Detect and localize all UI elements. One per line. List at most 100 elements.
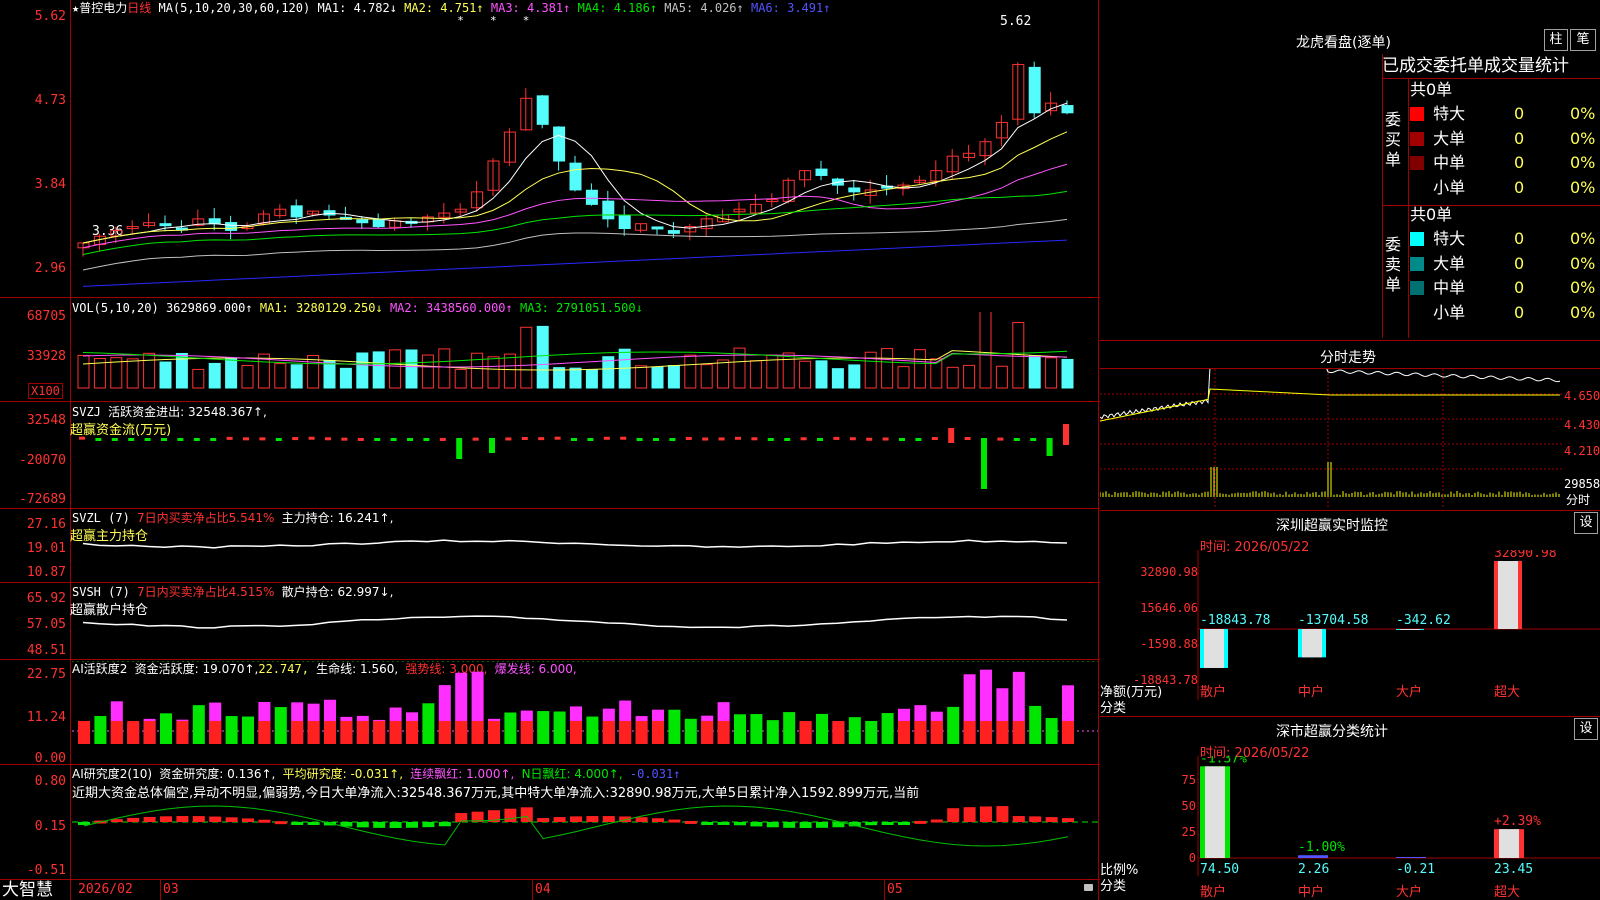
research-bar <box>881 822 894 825</box>
fenshi-title: 分时走势 <box>1320 350 1376 366</box>
candle-body <box>848 187 861 193</box>
right-panel: 龙虎看盘(逐单) 柱 笔 已成交委托单成交量统计 委买单 委卖单 共0单 共0单… <box>1100 0 1600 900</box>
research-bar <box>242 818 254 822</box>
research-bar <box>717 822 730 825</box>
tick-view-button[interactable]: 笔 <box>1570 29 1596 51</box>
vol-bar <box>1012 322 1025 389</box>
activity-base-bar <box>570 721 582 744</box>
activity-bar <box>766 720 779 744</box>
vol-bar <box>897 366 910 389</box>
vol-bar <box>274 363 287 389</box>
color-swatch <box>1410 181 1424 195</box>
svzj-chart[interactable] <box>72 420 1098 506</box>
flow-bar <box>341 437 348 441</box>
candle-body <box>569 162 582 191</box>
research-bar <box>307 822 320 825</box>
vol-bar <box>1045 357 1058 389</box>
activity-base-bar <box>176 721 189 744</box>
candle-body <box>815 168 828 176</box>
candle-body <box>225 222 238 231</box>
svsh-ytick: 48.51 <box>26 643 66 658</box>
vol-unit-label[interactable]: X100 <box>28 383 63 399</box>
vol-bar <box>946 366 959 389</box>
longhu-tabs[interactable]: 已成交委托单成交量统计 <box>1382 54 1600 79</box>
research-bar <box>766 822 779 828</box>
research-bar <box>258 819 271 823</box>
flow-bar <box>357 437 364 441</box>
ma-line <box>82 239 1068 287</box>
sz-monitor-chart[interactable]: -18843.78 散户 -13704.58 中户 -342.62 大户 32890.98 超… <box>1100 550 1600 716</box>
sz-monitor-settings-button[interactable]: 设 <box>1574 512 1598 534</box>
net-amount-value: -18843.78 <box>1200 613 1270 628</box>
flow-bar <box>374 438 381 441</box>
order-size-name: 特大 <box>1428 104 1466 123</box>
activity-base-bar <box>914 721 927 744</box>
order-pct: 0% <box>1570 253 1596 273</box>
svzl-ytick: 10.87 <box>26 565 66 580</box>
ratio-bar-inner <box>1205 766 1225 858</box>
flow-bar <box>685 437 692 441</box>
vol-bar <box>651 366 664 389</box>
activity-bar <box>504 712 517 744</box>
xaxis-tick <box>884 880 885 900</box>
research-bar <box>553 817 566 822</box>
vol-bar <box>241 365 254 389</box>
sz-class-chart[interactable]: -1.37% 74.50 散户 -1.00% 2.26 中户 -0.21 大户 +2.39% 23… <box>1100 756 1600 900</box>
net-amount-value: -342.62 <box>1396 613 1451 628</box>
vol-bar <box>225 357 238 389</box>
change-value: +2.39% <box>1494 814 1541 829</box>
research-bar <box>930 819 943 823</box>
color-swatch <box>1410 107 1424 121</box>
research-bar <box>176 816 189 822</box>
research-bar <box>783 822 796 828</box>
flow-bar <box>931 437 938 441</box>
vol-bar <box>290 364 303 389</box>
order-count: 0 <box>1514 177 1525 197</box>
period-label[interactable]: 日线 <box>127 1 151 15</box>
vol-chart[interactable] <box>72 312 1098 398</box>
candle-body <box>536 95 549 125</box>
flow-bar <box>767 438 774 441</box>
svzl-chart[interactable] <box>72 510 1098 582</box>
activity-base-bar <box>701 721 714 744</box>
ai1-chart[interactable] <box>72 661 1098 764</box>
kline-chart[interactable]: * * * <box>72 16 1098 296</box>
sz-class-settings-button[interactable]: 设 <box>1574 718 1598 740</box>
flow-bar <box>79 436 85 440</box>
ai2-ytick: -0.51 <box>26 863 66 878</box>
research-bar <box>504 808 517 822</box>
activity-base-bar <box>143 721 156 744</box>
svzj-ytick: -20070 <box>19 453 66 468</box>
research-bar <box>389 822 402 828</box>
research-bar <box>816 822 828 828</box>
activity-bar <box>160 713 172 744</box>
candle-body <box>372 218 385 228</box>
net-amount-bar-inner <box>1204 629 1224 668</box>
main-chart-area[interactable]: ★普控电力日线 MA(5,10,20,30,60,120) MA1: 4.782… <box>0 0 1100 900</box>
svzj-ytick: 32548 <box>26 413 66 428</box>
lock-icon[interactable] <box>1084 884 1093 891</box>
sell-side-label: 委卖单 <box>1385 235 1402 294</box>
flow-bar <box>308 436 315 440</box>
order-pct: 0% <box>1570 153 1596 172</box>
vol-bar <box>1061 358 1074 389</box>
column-view-button[interactable]: 柱 <box>1544 29 1568 51</box>
category-label: 超大 <box>1494 885 1520 900</box>
vol-bar <box>471 352 484 389</box>
flow-bar <box>1030 438 1037 441</box>
svsh-chart[interactable] <box>72 584 1098 659</box>
vol-bar <box>881 348 894 389</box>
activity-bar <box>274 707 287 744</box>
color-swatch <box>1410 156 1424 170</box>
activity-bar <box>750 714 763 744</box>
vol-bar <box>782 352 795 389</box>
ratio-bar <box>1396 857 1426 858</box>
research-bar <box>898 822 910 825</box>
fenshi-chart[interactable] <box>1100 369 1562 509</box>
ai2-chart[interactable] <box>72 766 1098 879</box>
stock-name[interactable]: 普控电力 <box>79 1 127 15</box>
order-size-row: 特大 0 0% <box>1410 102 1600 126</box>
candle-body <box>618 215 631 229</box>
flow-bar <box>95 438 102 441</box>
xaxis-label: 2026/02 <box>78 882 133 897</box>
